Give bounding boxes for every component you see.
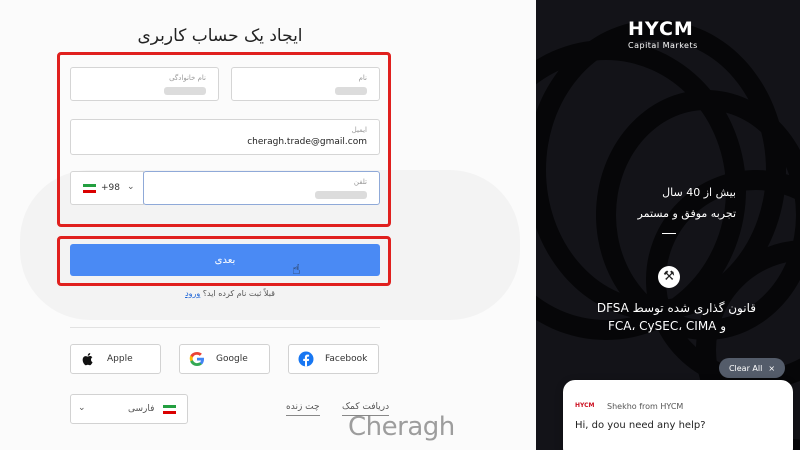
- cheragh-watermark: Cheragh: [348, 412, 455, 442]
- email-value: cheragh.trade@gmail.com: [247, 137, 367, 147]
- phone-value-blurred: [315, 191, 367, 199]
- facebook-label: Facebook: [325, 354, 368, 364]
- phone-field[interactable]: تلفن: [143, 171, 380, 205]
- facebook-signin-button[interactable]: Facebook: [288, 344, 379, 374]
- language-select[interactable]: ⌄ فارسی: [70, 394, 188, 424]
- gavel-icon: ⚒: [658, 266, 680, 288]
- already-registered-text: قبلاً ثبت نام کرده اید؟: [202, 289, 275, 298]
- chevron-down-icon: ⌄: [127, 182, 135, 192]
- country-code-select[interactable]: +98 ⌄: [70, 171, 144, 205]
- chat-popup[interactable]: HYCM Shekho from HYCM Hi, do you need an…: [563, 380, 793, 450]
- last-name-label: نام خانوادگی: [169, 74, 206, 82]
- close-icon: ×: [768, 363, 776, 373]
- apple-icon: [82, 353, 93, 366]
- divider: [70, 327, 380, 328]
- language-value: فارسی: [128, 404, 155, 414]
- clear-all-label: Clear All: [728, 363, 763, 373]
- last-name-value-blurred: [164, 87, 206, 95]
- iran-flag-icon: [163, 405, 176, 414]
- live-chat-link[interactable]: چت زنده: [286, 402, 320, 416]
- page: ایجاد یک حساب کاربری نام خانوادگی نام ای…: [0, 0, 800, 450]
- facebook-icon: [298, 351, 314, 367]
- chat-sender: Shekho from HYCM: [607, 402, 684, 411]
- email-field[interactable]: ایمیل cheragh.trade@gmail.com: [70, 119, 380, 155]
- hycm-logo: HYCM: [628, 18, 694, 40]
- page-title: ایجاد یک حساب کاربری: [137, 26, 303, 46]
- tagline-line-1: بیش از 40 سال: [662, 186, 736, 199]
- google-label: Google: [216, 354, 248, 364]
- tagline-divider: [662, 233, 676, 234]
- first-name-field[interactable]: نام: [231, 67, 380, 101]
- email-label: ایمیل: [351, 126, 367, 134]
- chat-message: Hi, do you need any help?: [575, 420, 706, 431]
- first-name-label: نام: [358, 74, 367, 82]
- last-name-field[interactable]: نام خانوادگی: [70, 67, 219, 101]
- login-link[interactable]: ورود: [185, 289, 200, 298]
- login-prompt: قبلاً ثبت نام کرده اید؟ ورود: [160, 289, 300, 298]
- hycm-logo-subtitle: Capital Markets: [628, 41, 698, 50]
- signup-panel: ایجاد یک حساب کاربری نام خانوادگی نام ای…: [0, 0, 536, 450]
- regulation-line-2: FCA، CySEC، CIMA و: [607, 319, 726, 333]
- avatar: HYCM: [575, 402, 595, 409]
- next-button[interactable]: بعدی: [70, 244, 380, 276]
- apple-label: Apple: [107, 354, 133, 364]
- first-name-value-blurred: [335, 87, 367, 95]
- google-icon: [189, 352, 204, 366]
- pointer-cursor-icon: ☝: [292, 262, 301, 278]
- apple-signin-button[interactable]: Apple: [70, 344, 161, 374]
- country-code: +98: [101, 183, 120, 193]
- regulation-line-1: قانون گذاری شده توسط DFSA: [596, 301, 756, 315]
- iran-flag-icon: [83, 184, 96, 193]
- chevron-down-icon: ⌄: [78, 403, 86, 413]
- google-signin-button[interactable]: Google: [179, 344, 270, 374]
- phone-label: تلفن: [353, 178, 367, 186]
- tagline-line-2: تجربه موفق و مستمر: [637, 207, 736, 220]
- clear-all-button[interactable]: Clear All ×: [719, 358, 785, 378]
